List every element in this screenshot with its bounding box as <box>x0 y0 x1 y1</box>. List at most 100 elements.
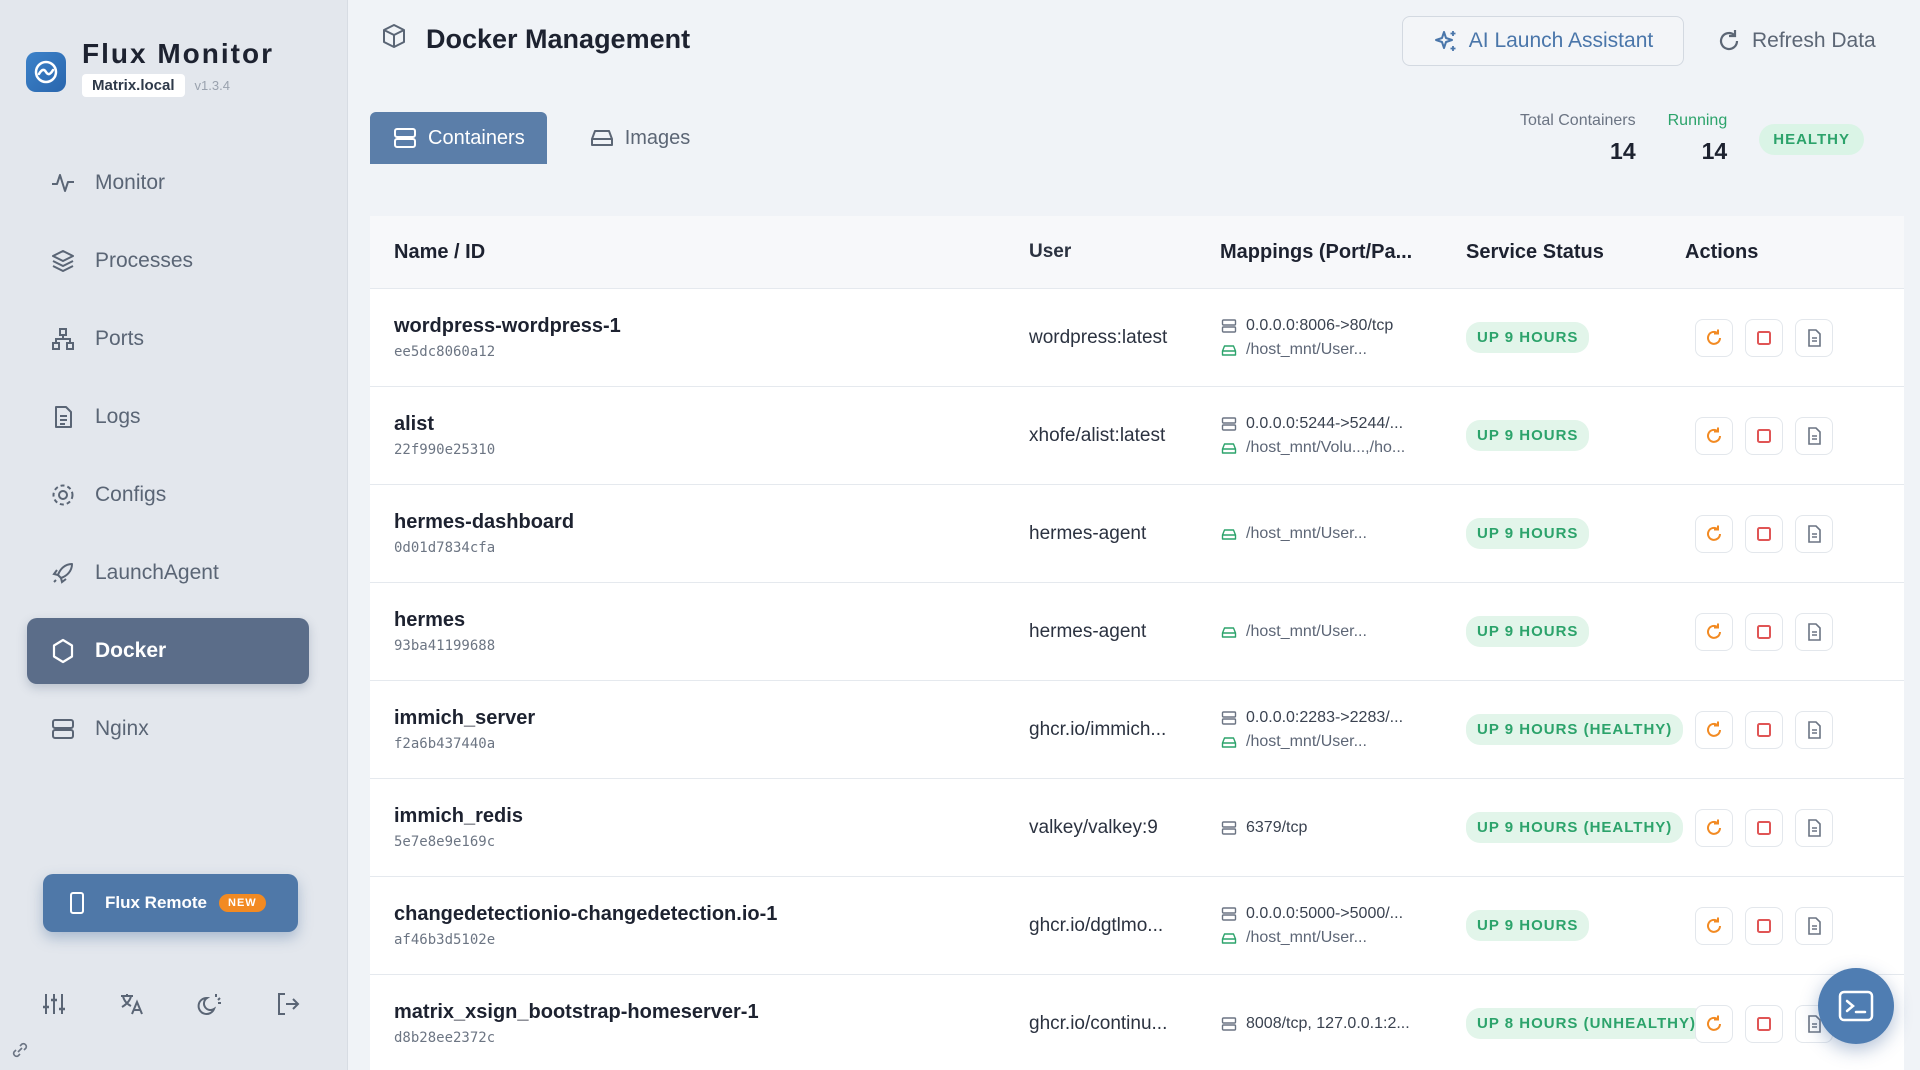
port-icon <box>1220 415 1238 433</box>
table-row[interactable]: wordpress-wordpress-1 ee5dc8060a12 wordpre… <box>370 288 1904 386</box>
port-mapping: 8008/tcp, 127.0.0.1:2... <box>1220 1015 1466 1033</box>
mappings-cell: 0.0.0.0:5000->5000/... /host_mnt/User... <box>1220 899 1466 953</box>
logs-button[interactable] <box>1795 612 1833 651</box>
restart-button[interactable] <box>1695 612 1733 651</box>
gear-icon <box>49 481 77 509</box>
terminal-button[interactable] <box>1818 968 1894 1044</box>
status-badge: UP 9 HOURS (HEALTHY) <box>1466 812 1684 843</box>
sidebar-item-docker[interactable]: Docker <box>27 618 309 684</box>
stop-icon <box>1757 526 1771 541</box>
stop-button[interactable] <box>1745 318 1783 357</box>
table-row[interactable]: immich_redis 5e7e8e9e169c valkey/valkey:9 6… <box>370 778 1904 876</box>
stop-button[interactable] <box>1745 416 1783 455</box>
total-containers-stat: Total Containers 14 <box>1520 112 1636 165</box>
table-row[interactable]: immich_server f2a6b437440a ghcr.io/immich.… <box>370 680 1904 778</box>
logs-button[interactable] <box>1795 808 1833 847</box>
containers-table: Name / ID User Mappings (Port/Pa... Serv… <box>370 216 1904 1070</box>
link-icon[interactable] <box>10 1040 30 1060</box>
phone-icon <box>65 891 89 915</box>
server-icon <box>392 125 418 151</box>
table-row[interactable]: hermes 93ba41199688 hermes-agent/host_mnt/… <box>370 582 1904 680</box>
table-row[interactable]: changedetectionio-changedetection.io-1 af… <box>370 876 1904 974</box>
sidebar-item-processes[interactable]: Processes <box>27 228 309 294</box>
port-text: 8008/tcp, 127.0.0.1:2... <box>1246 1014 1410 1032</box>
stop-button[interactable] <box>1745 612 1783 651</box>
app-title: Flux Monitor <box>82 38 274 69</box>
ai-launch-assistant-button[interactable]: AI Launch Assistant <box>1402 16 1684 66</box>
restart-button[interactable] <box>1695 514 1733 553</box>
restart-button[interactable] <box>1695 808 1733 847</box>
logs-button[interactable] <box>1795 416 1833 455</box>
stop-button[interactable] <box>1745 906 1783 945</box>
container-name: wordpress-wordpress-1 <box>394 315 621 337</box>
logs-button[interactable] <box>1795 514 1833 553</box>
mappings-cell: 0.0.0.0:2283->2283/... /host_mnt/User... <box>1220 703 1466 757</box>
sliders-icon[interactable] <box>38 988 70 1020</box>
page-title: Docker Management <box>426 24 691 54</box>
restart-icon <box>1707 917 1721 933</box>
sidebar-item-label: LaunchAgent <box>95 561 219 584</box>
volume-icon <box>1220 733 1238 751</box>
status-badge: UP 8 HOURS (UNHEALTHY) <box>1466 1008 1707 1039</box>
server-icon <box>49 715 77 743</box>
volume-mapping: /host_mnt/User... <box>1220 623 1466 641</box>
volume-text: /host_mnt/User... <box>1246 622 1367 640</box>
volume-icon <box>1220 525 1238 543</box>
sidebar-item-ports[interactable]: Ports <box>27 306 309 372</box>
sidebar-item-logs[interactable]: Logs <box>27 384 309 450</box>
terminal-icon <box>1838 990 1874 1022</box>
volume-icon <box>1220 623 1238 641</box>
restart-button[interactable] <box>1695 416 1733 455</box>
logs-button[interactable] <box>1795 318 1833 357</box>
sparkle-icon <box>1433 28 1459 54</box>
container-id: 0d01d7834cfa <box>394 540 496 556</box>
container-image: wordpress:latest <box>1029 326 1168 348</box>
container-name: alist <box>394 413 435 435</box>
container-image: valkey/valkey:9 <box>1029 816 1158 838</box>
volume-mapping: /host_mnt/User... <box>1220 341 1466 359</box>
stop-button[interactable] <box>1745 514 1783 553</box>
stop-button[interactable] <box>1745 710 1783 749</box>
logs-button[interactable] <box>1795 906 1833 945</box>
restart-icon <box>1707 329 1721 345</box>
restart-button[interactable] <box>1695 318 1733 357</box>
table-row[interactable]: matrix_xsign_bootstrap-homeserver-1 d8b28… <box>370 974 1904 1070</box>
table-row[interactable]: hermes-dashboard 0d01d7834cfa hermes-agent… <box>370 484 1904 582</box>
restart-button[interactable] <box>1695 906 1733 945</box>
status-badge: UP 9 HOURS (HEALTHY) <box>1466 714 1684 745</box>
logs-button[interactable] <box>1795 710 1833 749</box>
volume-icon <box>1220 341 1238 359</box>
translate-icon[interactable] <box>116 988 148 1020</box>
table-row[interactable]: alist 22f990e25310 xhofe/alist:latest 0.0.0… <box>370 386 1904 484</box>
refresh-data-button[interactable]: Refresh Data <box>1716 16 1876 66</box>
logout-icon[interactable] <box>272 988 304 1020</box>
stop-button[interactable] <box>1745 808 1783 847</box>
sidebar-item-launchagent[interactable]: LaunchAgent <box>27 540 309 606</box>
volume-text: /host_mnt/User... <box>1246 340 1367 358</box>
tab-images[interactable]: Images <box>567 112 713 164</box>
container-image: hermes-agent <box>1029 620 1147 642</box>
docker-tabs: Containers Images <box>370 112 712 164</box>
sidebar-item-monitor[interactable]: Monitor <box>27 150 309 216</box>
refresh-data-label: Refresh Data <box>1752 29 1876 52</box>
log-file-icon <box>1808 426 1821 445</box>
port-icon <box>1220 317 1238 335</box>
sidebar-item-nginx[interactable]: Nginx <box>27 696 309 762</box>
mappings-cell: 8008/tcp, 127.0.0.1:2... <box>1220 1009 1466 1039</box>
restart-button[interactable] <box>1695 1004 1733 1043</box>
restart-icon <box>1707 819 1721 835</box>
stop-icon <box>1757 330 1771 345</box>
sidebar-item-configs[interactable]: Configs <box>27 462 309 528</box>
log-file-icon <box>1808 818 1821 837</box>
restart-button[interactable] <box>1695 710 1733 749</box>
port-text: 0.0.0.0:8006->80/tcp <box>1246 316 1394 334</box>
sidebar-item-label: Configs <box>95 483 167 506</box>
stop-icon <box>1757 428 1771 443</box>
flux-remote-button[interactable]: Flux Remote NEW <box>43 874 298 932</box>
running-stat: Running 14 <box>1668 112 1728 165</box>
container-name: hermes <box>394 609 466 631</box>
status-badge: UP 9 HOURS <box>1466 420 1590 451</box>
theme-icon[interactable] <box>194 988 226 1020</box>
tab-containers[interactable]: Containers <box>370 112 547 164</box>
stop-button[interactable] <box>1745 1004 1783 1043</box>
